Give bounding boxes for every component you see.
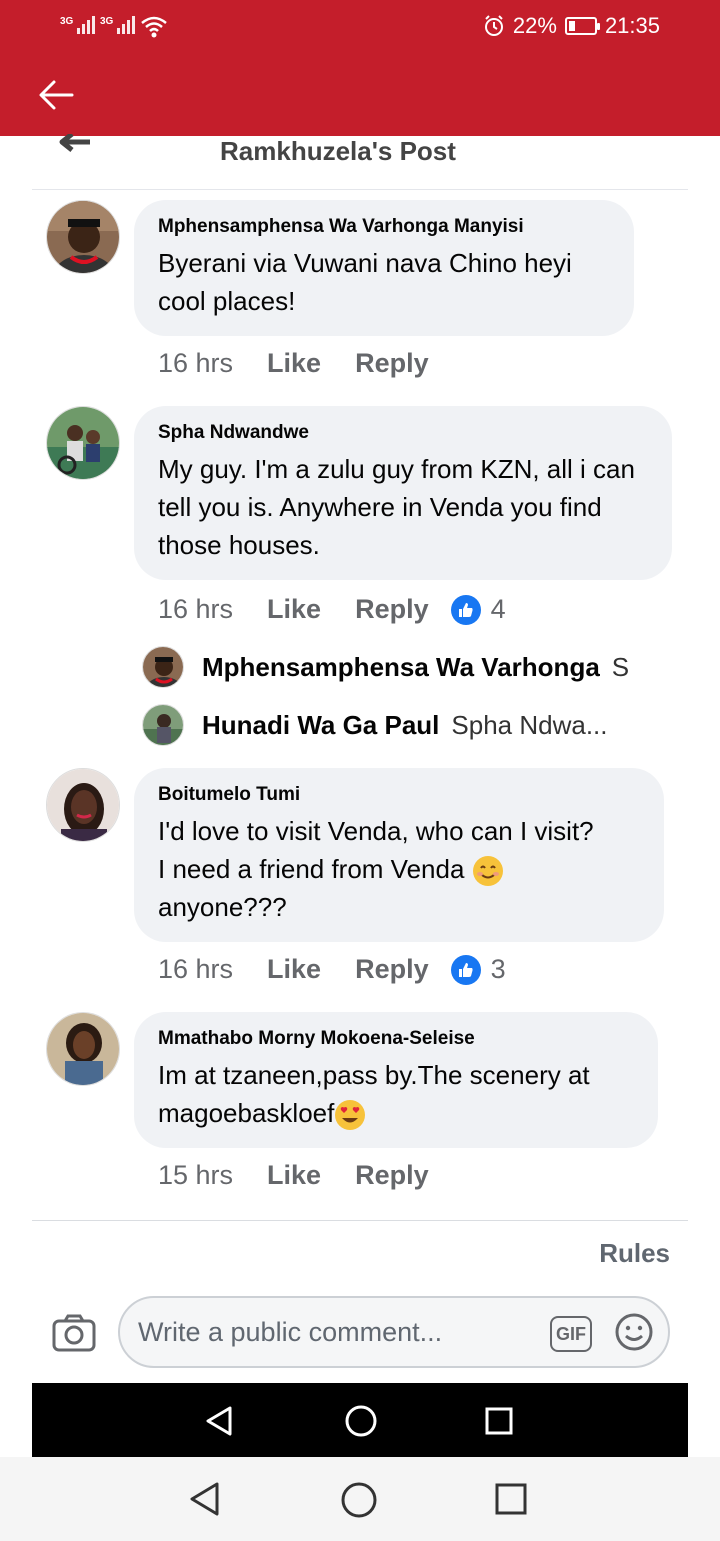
comment-time: 16 hrs [158,954,234,984]
battery-percent: 22% [512,13,557,38]
wifi-icon [141,16,167,38]
reply-text: S [611,651,630,682]
comment-composer[interactable]: GIF [118,1296,670,1368]
divider [32,1220,688,1221]
avatar[interactable] [46,768,120,842]
reply-button[interactable]: Reply [355,594,429,625]
system-back-icon[interactable] [188,1481,222,1517]
reply-author[interactable]: Mphensamphensa Wa Varhonga [202,652,600,683]
app-header: 3G 3G 22% 21:35 [0,0,720,136]
nav-home-icon[interactable] [344,1404,378,1438]
comment-actions: 16 hrs Like Reply 3 [158,954,506,985]
comment-text-line: Im at tzaneen,pass by.The scenery at [158,1060,590,1090]
comment-author[interactable]: Boitumelo Tumi [158,784,642,806]
comment-author[interactable]: Mmathabo Morny Mokoena-Seleise [158,1028,636,1050]
avatar[interactable] [46,1012,120,1086]
post-title: Ramkhuzela's Post [220,136,456,166]
reply-preview[interactable]: Hunadi Wa Ga Paul Spha Ndwa... [142,704,608,746]
like-button[interactable]: Like [267,1160,321,1191]
comment-input[interactable] [138,1310,538,1354]
comment-time: 16 hrs [158,594,234,624]
post-header: Ramkhuzela's Post [32,134,688,190]
signal-icon-1: 3G [60,16,96,34]
reaction-count[interactable]: 4 [491,594,506,625]
comment-text-line: magoebaskloef [158,1098,335,1128]
reply-button[interactable]: Reply [355,348,429,379]
comment-text: My guy. I'm a zulu guy from KZN, all i c… [158,454,635,560]
gif-button[interactable]: GIF [550,1316,592,1352]
system-recents-icon[interactable] [494,1482,528,1516]
comment-author[interactable]: Spha Ndwandwe [158,422,650,444]
back-arrow-icon[interactable] [36,78,76,112]
camera-icon[interactable] [52,1314,96,1352]
network-type-2: 3G [100,16,114,27]
nav-back-icon[interactable] [204,1405,234,1437]
comment-bubble[interactable]: Boitumelo Tumi I'd love to visit Venda, … [134,768,664,942]
comment-bubble[interactable]: Mmathabo Morny Mokoena-Seleise Im at tza… [134,1012,658,1148]
comment-time: 15 hrs [158,1160,234,1190]
reply-button[interactable]: Reply [355,1160,429,1191]
rules-link[interactable]: Rules [599,1238,670,1269]
status-bar: 3G 3G 22% 21:35 [0,10,720,44]
comment-bubble[interactable]: Mphensamphensa Wa Varhonga Manyisi Byera… [134,200,634,336]
comment-text-line: I need a friend from Venda [158,854,465,884]
comment-text: Byerani via Vuwani nava Chino heyi cool … [158,248,572,316]
inner-navigation-bar [32,1383,688,1457]
thumbs-up-icon [450,954,481,985]
comment-actions: 15 hrs Like Reply [158,1160,463,1191]
network-type-1: 3G [60,16,74,27]
reply-author[interactable]: Hunadi Wa Ga Paul [202,710,439,741]
like-button[interactable]: Like [267,348,321,379]
battery-icon [564,17,600,35]
system-home-icon[interactable] [340,1481,378,1519]
reply-button[interactable]: Reply [355,954,429,985]
comment-actions: 16 hrs Like Reply 4 [158,594,506,625]
arrow-left-icon[interactable] [58,134,92,158]
like-button[interactable]: Like [267,594,321,625]
comment-text-line: I'd love to visit Venda, who can I visit… [158,816,594,846]
alarm-icon [484,15,503,36]
comment-time: 16 hrs [158,348,234,378]
thumbs-up-icon [450,594,481,625]
comment-text: Im at tzaneen,pass by.The scenery at mag… [158,1056,636,1132]
reply-preview[interactable]: Mphensamphensa Wa Varhonga S [142,646,629,688]
comment-bubble[interactable]: Spha Ndwandwe My guy. I'm a zulu guy fro… [134,406,672,580]
status-right: 22% 21:35 [483,13,660,39]
nav-recents-icon[interactable] [484,1406,514,1436]
reply-text: Spha Ndwa... [451,709,608,740]
smiley-icon[interactable] [614,1312,654,1352]
like-button[interactable]: Like [267,954,321,985]
clock: 21:35 [604,13,660,38]
reaction-count[interactable]: 3 [491,954,506,985]
comment-text-line: anyone??? [158,892,287,922]
smiling-face-emoji [472,856,503,887]
comment-text: I'd love to visit Venda, who can I visit… [158,812,642,926]
comment-actions: 16 hrs Like Reply [158,348,463,379]
avatar[interactable] [46,406,120,480]
heart-eyes-emoji [335,1100,366,1131]
comment-author[interactable]: Mphensamphensa Wa Varhonga Manyisi [158,216,612,238]
avatar [142,646,184,688]
avatar[interactable] [46,200,120,274]
signal-icon-2: 3G [100,16,136,34]
system-navigation-bar [0,1457,720,1541]
avatar [142,704,184,746]
